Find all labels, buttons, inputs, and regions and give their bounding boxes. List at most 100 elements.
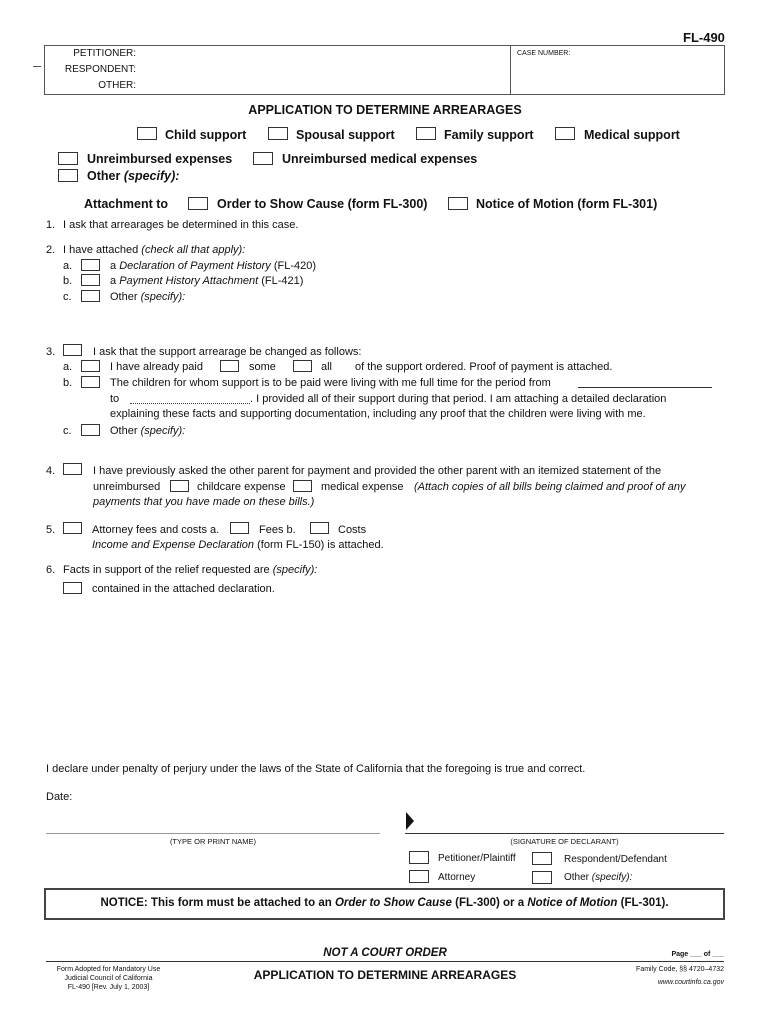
print-name-line: [46, 833, 380, 834]
item-2b-text: a Payment History Attachment (FL-421): [110, 275, 303, 287]
medical-expense-label: medical expense: [321, 481, 404, 493]
item-2b-letter: b.: [63, 275, 73, 287]
item-3c-checkbox[interactable]: [81, 424, 100, 436]
respondent-defendant-label: Respondent/Defendant: [564, 854, 667, 865]
item-3-checkbox[interactable]: [63, 344, 82, 356]
child-support-label: Child support: [165, 128, 247, 142]
item-2b-prefix: a: [110, 275, 117, 287]
spousal-support-label: Spousal support: [296, 128, 395, 142]
other-field[interactable]: [144, 79, 504, 93]
item-2c-text: Other (specify):: [110, 291, 185, 303]
item-2-number: 2.: [46, 244, 56, 256]
form-title: APPLICATION TO DETERMINE ARREARAGES: [248, 103, 522, 117]
item-3b-line2: . I provided all of their support during…: [250, 393, 667, 405]
other-role-specify: (specify):: [591, 872, 633, 883]
item-3a-checkbox[interactable]: [81, 360, 100, 372]
item-2c-checkbox[interactable]: [81, 290, 100, 302]
item-6-contained: contained in the attached declaration.: [92, 583, 275, 595]
item-2b-doc-name: Payment History Attachment: [119, 275, 259, 287]
unreimbursed-expenses-checkbox[interactable]: [58, 152, 78, 165]
item-2-label: I have attached: [63, 244, 139, 256]
notice-mid: (FL-300) or a: [455, 897, 525, 909]
print-name-label: (TYPE OR PRINT NAME): [169, 837, 257, 846]
unreimbursed-medical-checkbox[interactable]: [253, 152, 273, 165]
other-role-checkbox[interactable]: [532, 871, 552, 884]
spousal-support-checkbox[interactable]: [268, 127, 288, 140]
other-support-label: Other (specify):: [87, 169, 179, 183]
item-3a-some-checkbox[interactable]: [220, 360, 239, 372]
caption-divider: [510, 45, 511, 95]
item-4-note-1: (Attach copies of all bills being claime…: [414, 481, 686, 493]
fees-checkbox[interactable]: [230, 522, 249, 534]
notice-prefix: NOTICE: This form must be attached to an: [100, 897, 332, 909]
item-3b-to-date-field[interactable]: [130, 403, 250, 404]
notice-of-motion-checkbox[interactable]: [448, 197, 468, 210]
medical-expense-checkbox[interactable]: [293, 480, 312, 492]
item-3a-letter: a.: [63, 361, 73, 373]
medical-support-checkbox[interactable]: [555, 127, 575, 140]
perjury-declaration: I declare under penalty of perjury under…: [46, 763, 586, 775]
family-support-checkbox[interactable]: [416, 127, 436, 140]
attorney-checkbox[interactable]: [409, 870, 429, 883]
case-number-field[interactable]: [515, 60, 720, 92]
costs-checkbox[interactable]: [310, 522, 329, 534]
item-3a-all-label: all: [321, 361, 333, 373]
adopted-line-3: FL-490 [Rev. July 1, 2003]: [67, 984, 150, 992]
item-3-number: 3.: [46, 346, 56, 358]
item-2a-text: a Declaration of Payment History (FL-420…: [110, 260, 316, 272]
signature-field[interactable]: [418, 812, 724, 832]
date-field[interactable]: [80, 789, 280, 803]
footer-rule: [46, 961, 724, 962]
notice-of-motion-label: Notice of Motion (form FL-301): [476, 197, 658, 211]
osc-checkbox[interactable]: [188, 197, 208, 210]
item-2a-prefix: a: [110, 260, 117, 272]
petitioner-plaintiff-checkbox[interactable]: [409, 851, 429, 864]
item-3a-all-checkbox[interactable]: [293, 360, 312, 372]
petitioner-field[interactable]: [144, 47, 504, 61]
childcare-expense-checkbox[interactable]: [170, 480, 189, 492]
item-3c-field[interactable]: [190, 424, 720, 454]
item-3b-checkbox[interactable]: [81, 376, 100, 388]
date-label: Date:: [46, 791, 73, 803]
item-6-number: 6.: [46, 564, 56, 576]
item-4-text: I have previously asked the other parent…: [93, 465, 662, 477]
signature-line: [405, 833, 724, 834]
item-6-label: Facts in support of the relief requested…: [63, 564, 270, 576]
signature-label: (SIGNATURE OF DECLARANT): [510, 837, 619, 846]
item-3b-to-label: to: [110, 393, 120, 405]
item-2b-checkbox[interactable]: [81, 274, 100, 286]
page-of: Page ___ of ___: [671, 951, 724, 958]
childcare-expense-label: childcare expense: [197, 481, 286, 493]
respondent-defendant-checkbox[interactable]: [532, 852, 552, 865]
item-1-text: I ask that arrearages be determined in t…: [63, 219, 299, 231]
item-5-checkbox[interactable]: [63, 522, 82, 534]
other-support-field[interactable]: [190, 168, 720, 183]
osc-label: Order to Show Cause (form FL-300): [217, 197, 428, 211]
child-support-checkbox[interactable]: [137, 127, 157, 140]
other-support-specify: (specify):: [123, 169, 180, 183]
item-4-checkbox[interactable]: [63, 463, 82, 475]
form-number: FL-490: [683, 30, 725, 45]
item-2a-doc-name: Declaration of Payment History: [119, 260, 271, 272]
attachment-to-label: Attachment to: [84, 197, 169, 211]
item-1-number: 1.: [46, 219, 56, 231]
print-name-field[interactable]: [46, 815, 380, 833]
item-2a-checkbox[interactable]: [81, 259, 100, 271]
item-6-checkbox[interactable]: [63, 582, 82, 594]
respondent-label: RESPONDENT:: [64, 64, 136, 75]
respondent-field[interactable]: [144, 63, 504, 77]
courtinfo-url[interactable]: www.courtinfo.ca.gov: [560, 979, 724, 986]
item-5-number: 5.: [46, 524, 56, 536]
item-3c-letter: c.: [63, 425, 72, 437]
item-6-facts-field[interactable]: [63, 600, 723, 750]
medical-support-label: Medical support: [584, 128, 680, 142]
costs-label: Costs: [338, 524, 367, 536]
family-code-ref: Family Code, §§ 4720–4732: [636, 966, 724, 973]
other-role-label: Other (specify):: [564, 872, 632, 883]
item-3b-from-date-field[interactable]: [578, 387, 712, 388]
item-4-note-2: payments that you have made on these bil…: [93, 496, 315, 508]
item-3b-text: The children for whom support is to be p…: [110, 377, 551, 389]
income-expense-decl: Income and Expense Declaration: [92, 539, 255, 551]
other-support-checkbox[interactable]: [58, 169, 78, 182]
item-2c-field[interactable]: [190, 290, 720, 340]
